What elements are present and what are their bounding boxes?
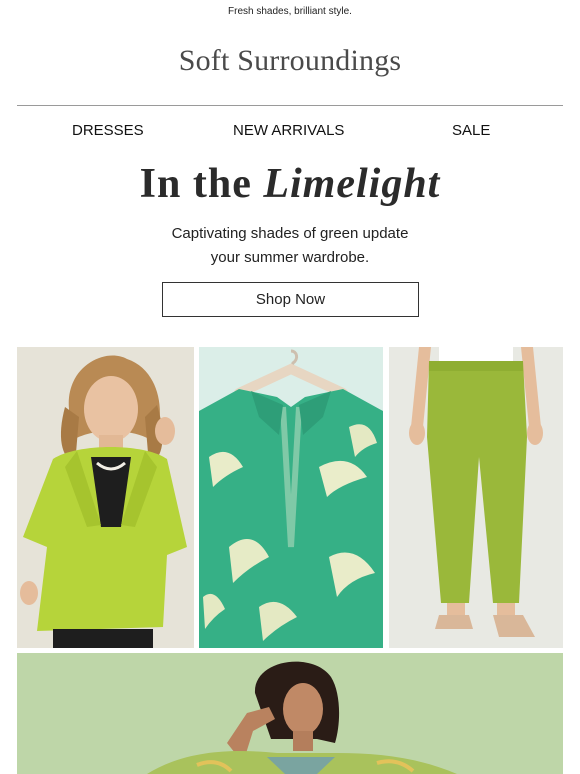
nav-link-dresses[interactable]: DRESSES <box>72 122 144 139</box>
hero-headline: In the Limelight <box>0 160 580 208</box>
preheader-text: Fresh shades, brilliant style. <box>228 6 352 17</box>
green-pants-legs-photo[interactable] <box>389 347 563 648</box>
nav-link-sale[interactable]: SALE <box>452 122 490 139</box>
model-green-print-top-photo[interactable] <box>17 653 563 774</box>
model-lime-jacket-illustration <box>17 347 194 648</box>
headline-prefix: In the <box>139 161 252 207</box>
green-printed-blouse-on-hanger-photo[interactable] <box>199 347 383 648</box>
model-green-top-illustration <box>17 653 563 774</box>
brand-logo[interactable]: Soft Surroundings <box>0 44 580 78</box>
nav-link-new-arrivals[interactable]: NEW ARRIVALS <box>233 122 344 139</box>
shop-now-button[interactable]: Shop Now <box>162 282 419 317</box>
model-lime-jacket-photo[interactable] <box>17 347 194 648</box>
subcopy-line-1: Captivating shades of green update <box>171 225 409 242</box>
headline-emphasis: Limelight <box>263 161 441 207</box>
hero-subcopy: Captivating shades of green update your … <box>0 222 580 270</box>
category-nav: DRESSES NEW ARRIVALS SALE <box>17 122 563 142</box>
subcopy-line-2: your summer wardrobe. <box>210 249 370 266</box>
green-blouse-illustration <box>199 347 383 648</box>
header-divider <box>17 105 563 106</box>
green-pants-illustration <box>389 347 563 648</box>
